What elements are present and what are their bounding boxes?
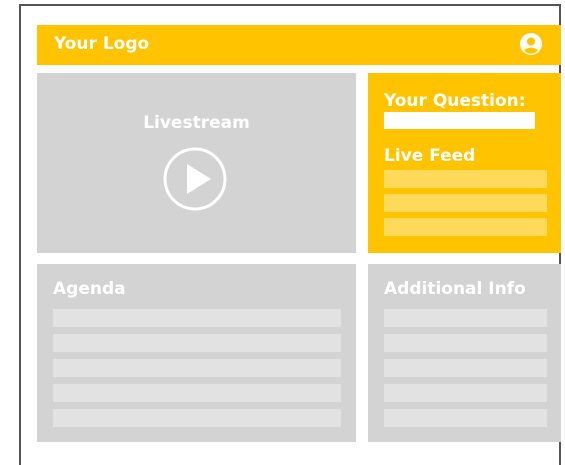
additional-info-panel: Additional Info [368,264,561,442]
user-circle-icon[interactable] [520,33,542,55]
agenda-panel: Agenda [37,264,356,442]
livestream-panel: Livestream [37,73,356,253]
additional-info-title: Additional Info [384,279,526,299]
live-feed-item [384,170,547,188]
agenda-row [53,334,341,352]
agenda-title: Agenda [53,279,126,299]
logo[interactable]: Your Logo [54,34,149,54]
live-feed-item [384,194,547,212]
agenda-row [53,409,341,427]
agenda-row [53,384,341,402]
livestream-title: Livestream [143,113,250,133]
info-row [384,309,547,327]
agenda-row [53,359,341,377]
info-row [384,384,547,402]
live-feed-title: Live Feed [384,146,476,166]
question-panel: Your Question: Live Feed [368,73,561,253]
question-input[interactable] [384,112,535,129]
live-feed-item [384,218,547,236]
info-row [384,334,547,352]
question-title: Your Question: [384,91,526,111]
header-bar: Your Logo [37,25,561,65]
info-row [384,409,547,427]
play-circle-icon[interactable] [162,146,228,212]
info-row [384,359,547,377]
agenda-row [53,309,341,327]
